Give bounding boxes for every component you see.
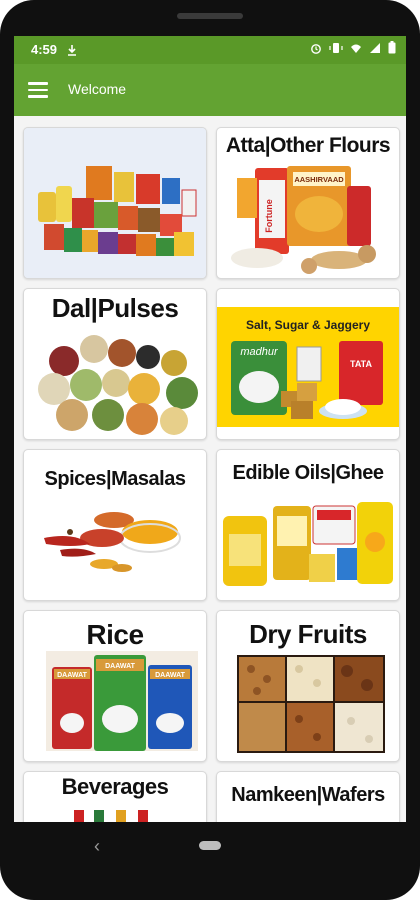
download-icon [68, 45, 76, 56]
dal-pulses-image [38, 335, 198, 435]
status-bar: 4:59 [14, 36, 406, 64]
app-bar-title: Welcome [68, 81, 127, 97]
category-title: Edible Oils|Ghee [232, 462, 384, 484]
signal-icon [370, 42, 380, 53]
category-card-beverages[interactable]: Beverages [23, 771, 207, 822]
category-title: Beverages [61, 774, 169, 799]
category-card-atta[interactable]: Atta|Other Flours Fortune AASHIRVAAD [216, 127, 400, 279]
category-title: Namkeen|Wafers [231, 784, 385, 806]
phone-speaker [177, 13, 243, 19]
alarm-icon [311, 43, 321, 54]
product-brand-label: DAAWAT [57, 672, 88, 679]
grocery-assortment-image [24, 128, 206, 278]
category-card-spices[interactable]: Spices|Masalas [23, 449, 207, 601]
product-brand-label: madhur [240, 346, 279, 358]
menu-icon[interactable] [28, 82, 48, 98]
category-card-rice[interactable]: Rice DAAWAT DAAWAT DAAWAT [23, 610, 207, 762]
salt-sugar-jaggery-image: Salt, Sugar & Jaggery madhur TATA [217, 307, 399, 427]
app-bar: Welcome [14, 64, 406, 116]
category-card-salt-sugar-jaggery[interactable]: Salt, Sugar & Jaggery madhur TATA [216, 288, 400, 440]
status-time: 4:59 [31, 42, 58, 57]
product-brand-label: DAAWAT [155, 672, 186, 679]
vibrate-icon [329, 42, 343, 53]
phone-frame: 4:59 Welcome Atta|Other Flours Fortune A… [0, 0, 420, 900]
category-card-edible-oils[interactable]: Edible Oils|Ghee [216, 449, 400, 601]
product-brand-label: DAAWAT [105, 663, 136, 670]
category-title: Salt, Sugar & Jaggery [246, 318, 370, 332]
product-brand-label: AASHIRVAAD [294, 175, 344, 184]
category-card-dal[interactable]: Dal|Pulses [23, 288, 207, 440]
screen: 4:59 Welcome Atta|Other Flours Fortune A… [14, 36, 406, 822]
spices-image [44, 512, 181, 572]
wifi-icon [351, 44, 361, 53]
navigation-bar: ‹ [0, 822, 420, 900]
atta-flour-image: Fortune AASHIRVAAD [231, 166, 376, 274]
product-brand-label: TATA [350, 359, 372, 369]
home-icon[interactable] [199, 841, 221, 850]
category-title: Rice [86, 619, 144, 650]
beverages-image [74, 810, 148, 822]
edible-oil-ghee-image [223, 502, 393, 586]
category-card-namkeen[interactable]: Namkeen|Wafers [216, 771, 400, 822]
category-card-dry-fruits[interactable]: Dry Fruits [216, 610, 400, 762]
rice-bags-image: DAAWAT DAAWAT DAAWAT [46, 651, 198, 751]
product-brand-label: Fortune [264, 199, 274, 233]
dry-fruits-image [237, 655, 385, 753]
category-title: Dal|Pulses [51, 293, 179, 323]
battery-icon [388, 41, 396, 54]
back-icon[interactable]: ‹ [94, 836, 100, 857]
category-title: Dry Fruits [249, 619, 367, 649]
category-grid: Atta|Other Flours Fortune AASHIRVAAD Dal… [14, 116, 406, 822]
category-card-all-products[interactable] [23, 127, 207, 279]
category-title: Atta|Other Flours [225, 134, 391, 157]
